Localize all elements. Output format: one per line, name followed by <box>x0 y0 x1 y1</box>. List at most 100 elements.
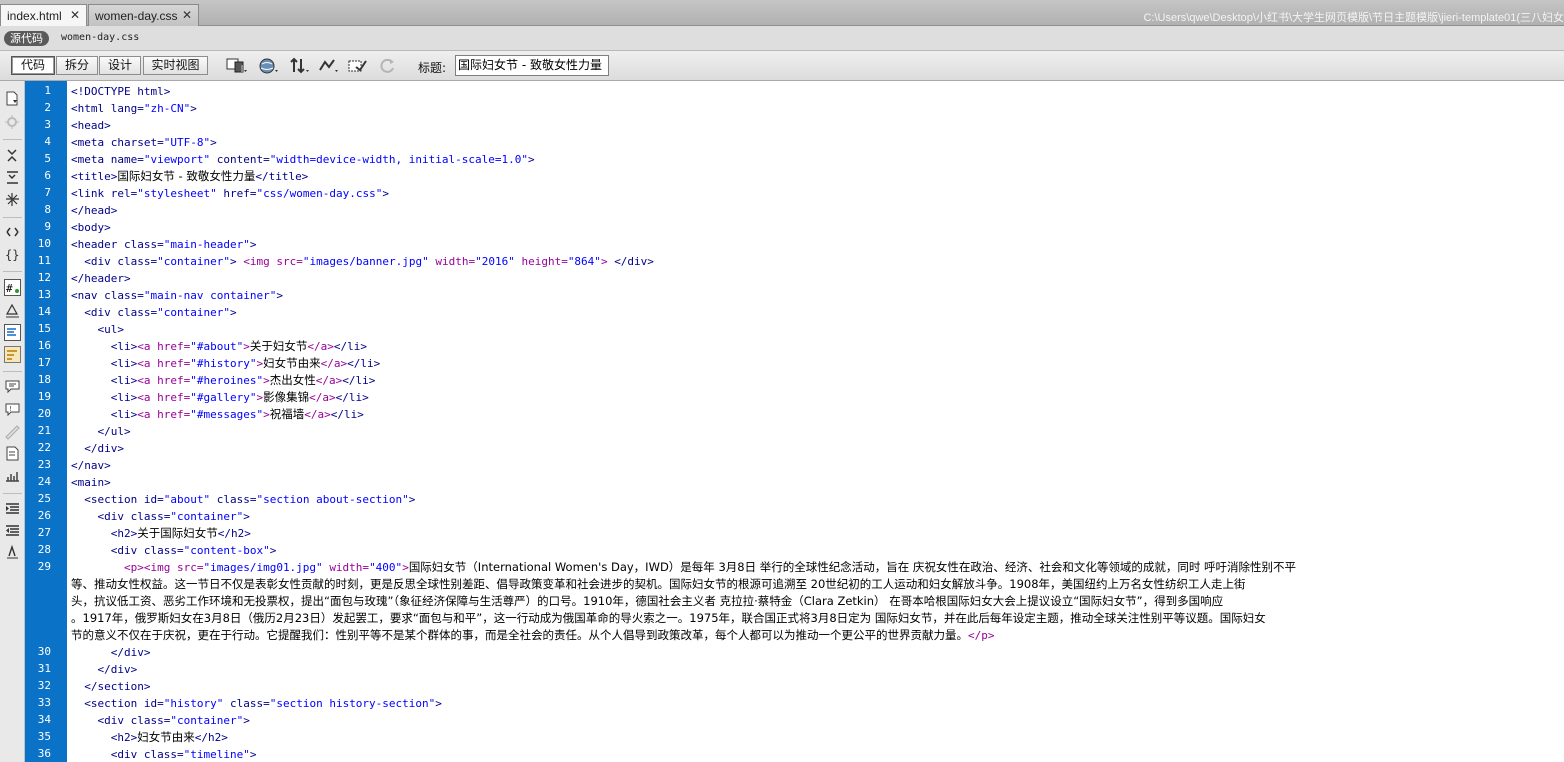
line-number: 30 <box>37 645 51 658</box>
line-number: 29 <box>37 560 51 573</box>
collapse-full-tag-icon[interactable] <box>4 147 21 164</box>
line-number: 21 <box>37 424 51 437</box>
remove-comment-icon[interactable] <box>4 423 21 440</box>
code-line[interactable]: <h2>关于国际妇女节</h2> <box>71 525 251 542</box>
line-number: 28 <box>37 543 51 556</box>
code-line[interactable]: <header class="main-header"> <box>71 236 256 253</box>
code-line[interactable]: 节的意义不仅在于庆祝，更在于行动。它提醒我们：性别平等不是某个群体的事，而是全社… <box>71 627 995 644</box>
source-code-button[interactable]: 源代码 <box>4 31 49 46</box>
code-line[interactable]: </div> <box>71 644 151 661</box>
info-bar-icon[interactable] <box>4 378 21 395</box>
multiscreen-icon[interactable] <box>226 56 248 76</box>
line-number: 10 <box>37 237 51 250</box>
code-line[interactable]: <main> <box>71 474 111 491</box>
line-number: 33 <box>37 696 51 709</box>
tab-label: women-day.css <box>95 9 178 23</box>
line-number: 14 <box>37 305 51 318</box>
code-line[interactable]: <section id="history" class="section his… <box>71 695 442 712</box>
syntax-coloring-icon[interactable] <box>4 324 21 341</box>
recent-snippets-icon[interactable] <box>4 467 21 484</box>
code-line[interactable]: <div class="timeline"> <box>71 746 257 762</box>
code-line[interactable]: <div class="content-box"> <box>71 542 277 559</box>
code-line[interactable]: <div class="container"> <img src="images… <box>71 253 654 270</box>
highlight-invalid-code-icon[interactable] <box>4 302 21 319</box>
code-line[interactable]: </div> <box>71 440 124 457</box>
code-line[interactable]: <li><a href="#messages">祝福墙</a></li> <box>71 406 364 423</box>
code-line[interactable]: <ul> <box>71 321 125 338</box>
preview-globe-icon[interactable] <box>258 56 280 76</box>
balance-braces-icon[interactable]: {} <box>4 246 21 263</box>
code-line[interactable]: </div> <box>71 661 138 678</box>
code-line[interactable]: </head> <box>71 202 117 219</box>
select-parent-tag-icon[interactable] <box>4 224 21 241</box>
line-number: 3 <box>44 118 51 131</box>
code-line[interactable]: 。1917年，俄罗斯妇女在3月8日（俄历2月23日）发起罢工，要求“面包与和平”… <box>71 610 1266 627</box>
code-line[interactable]: <head> <box>71 117 111 134</box>
code-line[interactable]: <body> <box>71 219 111 236</box>
code-line[interactable]: <li><a href="#about">关于妇女节</a></li> <box>71 338 367 355</box>
related-files-bar: 源代码 women-day.css <box>0 26 1564 51</box>
close-icon[interactable]: ✕ <box>182 8 192 22</box>
code-line[interactable]: </ul> <box>71 423 131 440</box>
code-line[interactable]: <nav class="main-nav container"> <box>71 287 283 304</box>
code-line[interactable]: </nav> <box>71 457 111 474</box>
line-number: 16 <box>37 339 51 352</box>
apply-comment-icon[interactable]: ! <box>4 401 21 418</box>
debug-icon[interactable] <box>318 56 340 76</box>
live-view-button[interactable]: 实时视图 <box>143 56 208 75</box>
line-number: 11 <box>37 254 51 267</box>
document-toolbar: 代码 拆分 设计 实时视图 标题: 国际妇女节 - 致敬女性力量 <box>0 51 1564 81</box>
code-line[interactable]: 等、推动女性权益。这一节日不仅是表彰女性贡献的时刻，更是反思全球性别差距、倡导政… <box>71 576 1246 593</box>
code-line[interactable]: 头，抗议低工资、恶劣工作环境和无投票权，提出“面包与玫瑰”（象征经济保障与生活尊… <box>71 593 1223 610</box>
file-transfer-icon[interactable] <box>289 56 311 76</box>
code-line[interactable]: <div class="container"> <box>71 304 236 321</box>
code-line[interactable]: <li><a href="#heroines">杰出女性</a></li> <box>71 372 376 389</box>
word-wrap-icon[interactable] <box>4 346 21 363</box>
refresh-icon[interactable] <box>377 56 399 76</box>
split-view-button[interactable]: 拆分 <box>56 56 98 75</box>
line-numbers-icon[interactable]: # <box>4 279 21 296</box>
open-documents-icon[interactable] <box>4 90 21 107</box>
code-line[interactable]: <li><a href="#history">妇女节由来</a></li> <box>71 355 380 372</box>
code-line[interactable]: <title>国际妇女节 - 致敬女性力量</title> <box>71 168 308 185</box>
coding-toolbar: {} # ! <box>0 81 25 762</box>
move-css-icon[interactable] <box>4 499 21 516</box>
svg-text:!: ! <box>9 405 12 413</box>
tab-women-day-css[interactable]: women-day.css ✕ <box>88 4 199 26</box>
design-view-button[interactable]: 设计 <box>99 56 141 75</box>
code-line[interactable]: <meta charset="UTF-8"> <box>71 134 217 151</box>
code-line[interactable]: <link rel="stylesheet" href="css/women-d… <box>71 185 389 202</box>
code-line[interactable]: <div class="container"> <box>71 508 250 525</box>
title-input[interactable]: 国际妇女节 - 致敬女性力量 <box>455 55 609 76</box>
close-icon[interactable]: ✕ <box>70 8 80 22</box>
expand-all-icon[interactable] <box>4 191 21 208</box>
code-line[interactable]: <h2>妇女节由来</h2> <box>71 729 228 746</box>
code-line[interactable]: <li><a href="#gallery">影像集锦</a></li> <box>71 389 369 406</box>
outdent-code-icon[interactable] <box>4 543 21 560</box>
code-line[interactable]: <p><img src="images/img01.jpg" width="40… <box>71 559 1296 576</box>
code-line[interactable]: </section> <box>71 678 150 695</box>
document-tab-bar: index.html ✕ women-day.css ✕ C:\Users\qw… <box>0 0 1564 26</box>
wrap-tag-icon[interactable] <box>4 445 21 462</box>
indent-code-icon[interactable] <box>4 521 21 538</box>
line-number: 22 <box>37 441 51 454</box>
code-line[interactable]: <section id="about" class="section about… <box>71 491 415 508</box>
show-code-navigator-icon[interactable] <box>4 114 21 131</box>
code-editor[interactable]: <!DOCTYPE html> <html lang="zh-CN"> <head>… <box>71 81 1564 762</box>
code-line[interactable]: <html lang="zh-CN"> <box>71 100 197 117</box>
code-line[interactable]: <meta name="viewport" content="width=dev… <box>71 151 535 168</box>
line-number: 32 <box>37 679 51 692</box>
tab-index-html[interactable]: index.html ✕ <box>0 4 87 26</box>
collapse-selection-icon[interactable] <box>4 169 21 186</box>
code-view-button[interactable]: 代码 <box>11 56 55 75</box>
line-number-gutter: 1 2 3 4 5 6 7 8 9 10 11 12 13 14 15 16 17 18 19 20 21 22 23 24 2… <box>25 81 67 762</box>
line-number: 36 <box>37 747 51 760</box>
line-number: 26 <box>37 509 51 522</box>
line-number: 35 <box>37 730 51 743</box>
visual-aids-icon[interactable] <box>347 56 369 76</box>
related-file-women-day-css[interactable]: women-day.css <box>61 32 139 43</box>
code-line[interactable]: <div class="container"> <box>71 712 250 729</box>
file-path: C:\Users\qwe\Desktop\小红书\大学生网页模版\节日主题模版\… <box>1143 12 1564 24</box>
code-line[interactable]: <!DOCTYPE html> <box>71 83 170 100</box>
code-line[interactable]: </header> <box>71 270 131 287</box>
